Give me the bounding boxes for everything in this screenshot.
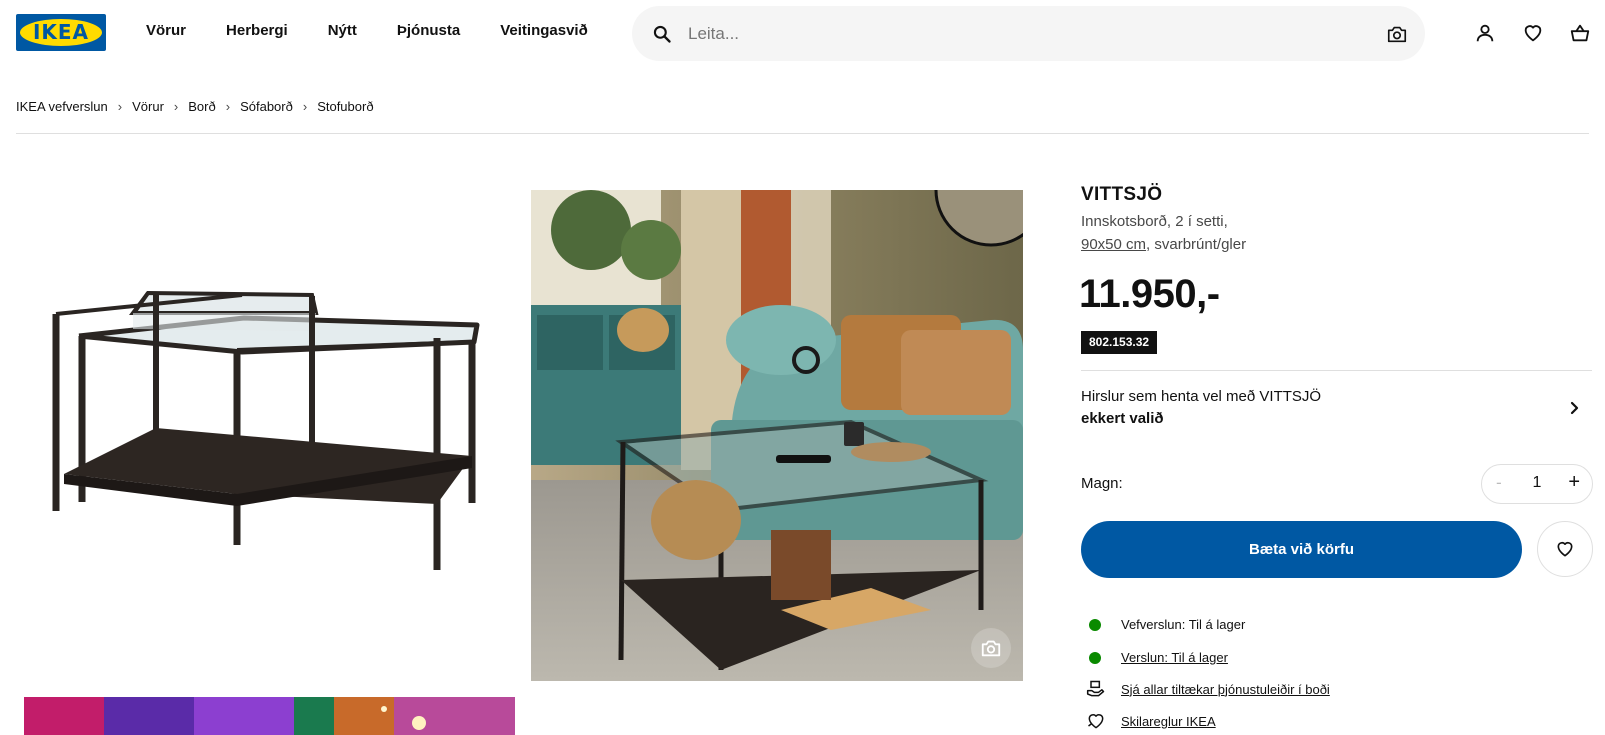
- product-description-size: 90x50 cm, svarbrúnt/gler: [1081, 236, 1246, 253]
- product-room-image[interactable]: [531, 190, 1023, 681]
- breadcrumb-item[interactable]: Borð: [188, 99, 215, 114]
- storage-accessory-selector[interactable]: Hirslur sem henta vel með VITTSJÖ ekkert…: [1081, 388, 1592, 438]
- online-availability: Vefverslun: Til á lager: [1081, 617, 1245, 632]
- camera-icon[interactable]: [1386, 23, 1408, 45]
- chevron-right-icon: ›: [302, 99, 308, 114]
- store-availability[interactable]: Verslun: Til á lager: [1081, 650, 1228, 665]
- quantity-increase-button[interactable]: +: [1568, 471, 1580, 494]
- chevron-right-icon: ›: [117, 99, 123, 114]
- chevron-right-icon: ›: [173, 99, 179, 114]
- storage-value: ekkert valið: [1081, 410, 1164, 427]
- living-room-illustration: [531, 190, 1023, 681]
- add-to-favourites-button[interactable]: [1537, 521, 1593, 577]
- product-color-text: , svarbrúnt/gler: [1146, 236, 1247, 253]
- heart-icon[interactable]: [1522, 22, 1544, 44]
- product-size-link[interactable]: 90x50 cm: [1081, 236, 1146, 253]
- basket-icon[interactable]: [1569, 22, 1591, 44]
- store-availability-link[interactable]: Verslun: Til á lager: [1121, 650, 1228, 665]
- search-input[interactable]: [688, 18, 1328, 49]
- camera-icon: [981, 640, 1001, 657]
- site-header: IKEA Vörur Herbergi Nýtt Þjónusta Veitin…: [0, 0, 1605, 66]
- delivery-service-icon: [1086, 680, 1105, 697]
- search-bar[interactable]: [632, 6, 1425, 61]
- returns-policy-link[interactable]: Skilareglur IKEA: [1121, 714, 1216, 729]
- product-price: 11.950,-: [1079, 272, 1220, 316]
- heart-icon: [1557, 541, 1573, 557]
- user-icon[interactable]: [1474, 22, 1496, 44]
- article-number-badge: 802.153.32: [1081, 331, 1158, 354]
- nav-item-thjonusta[interactable]: Þjónusta: [397, 22, 460, 39]
- divider: [1081, 370, 1592, 371]
- logo-text: IKEA: [32, 20, 90, 44]
- divider: [16, 133, 1589, 134]
- in-stock-dot-icon: [1089, 651, 1101, 664]
- nav-item-veitingasvid[interactable]: Veitingasvið: [500, 22, 588, 39]
- quantity-label: Magn:: [1081, 475, 1123, 492]
- product-description: Innskotsborð, 2 í setti,: [1081, 213, 1228, 230]
- breadcrumb-item[interactable]: Stofuborð: [317, 99, 373, 114]
- in-stock-dot-icon: [1089, 618, 1101, 631]
- search-icon[interactable]: [652, 24, 672, 44]
- add-to-cart-button[interactable]: Bæta við körfu: [1081, 521, 1522, 578]
- returns-heart-icon: [1088, 714, 1104, 729]
- nav-item-vorur[interactable]: Vörur: [146, 22, 186, 39]
- main-nav: Vörur Herbergi Nýtt Þjónusta Veitingasvi…: [146, 22, 628, 39]
- breadcrumb-item[interactable]: IKEA vefverslun: [16, 99, 108, 114]
- chevron-right-icon: [1570, 401, 1579, 415]
- services-link[interactable]: Sjá allar tiltækar þjónustuleiðir í boði: [1121, 682, 1330, 697]
- nav-item-nytt[interactable]: Nýtt: [328, 22, 357, 39]
- online-availability-text: Vefverslun: Til á lager: [1121, 617, 1246, 632]
- nav-item-herbergi[interactable]: Herbergi: [226, 22, 288, 39]
- breadcrumb: IKEA vefverslun › Vörur › Borð › Sófabor…: [16, 99, 374, 114]
- returns-row[interactable]: Skilareglur IKEA: [1081, 711, 1216, 731]
- chevron-right-icon: ›: [225, 99, 231, 114]
- storage-label: Hirslur sem henta vel með VITTSJÖ: [1081, 388, 1322, 405]
- breadcrumb-item[interactable]: Vörur: [132, 99, 164, 114]
- services-row[interactable]: Sjá allar tiltækar þjónustuleiðir í boði: [1081, 679, 1330, 699]
- zoom-image-button[interactable]: [971, 628, 1011, 668]
- product-thumbnail-image[interactable]: [24, 697, 515, 735]
- product-name: VITTSJÖ: [1081, 184, 1163, 205]
- ikea-logo[interactable]: IKEA: [16, 14, 106, 51]
- nesting-tables-illustration: [52, 290, 480, 570]
- product-image[interactable]: [16, 190, 508, 681]
- quantity-stepper: - 1 +: [1481, 464, 1593, 504]
- thumbnail-illustration: [24, 697, 515, 735]
- breadcrumb-item[interactable]: Sófaborð: [240, 99, 293, 114]
